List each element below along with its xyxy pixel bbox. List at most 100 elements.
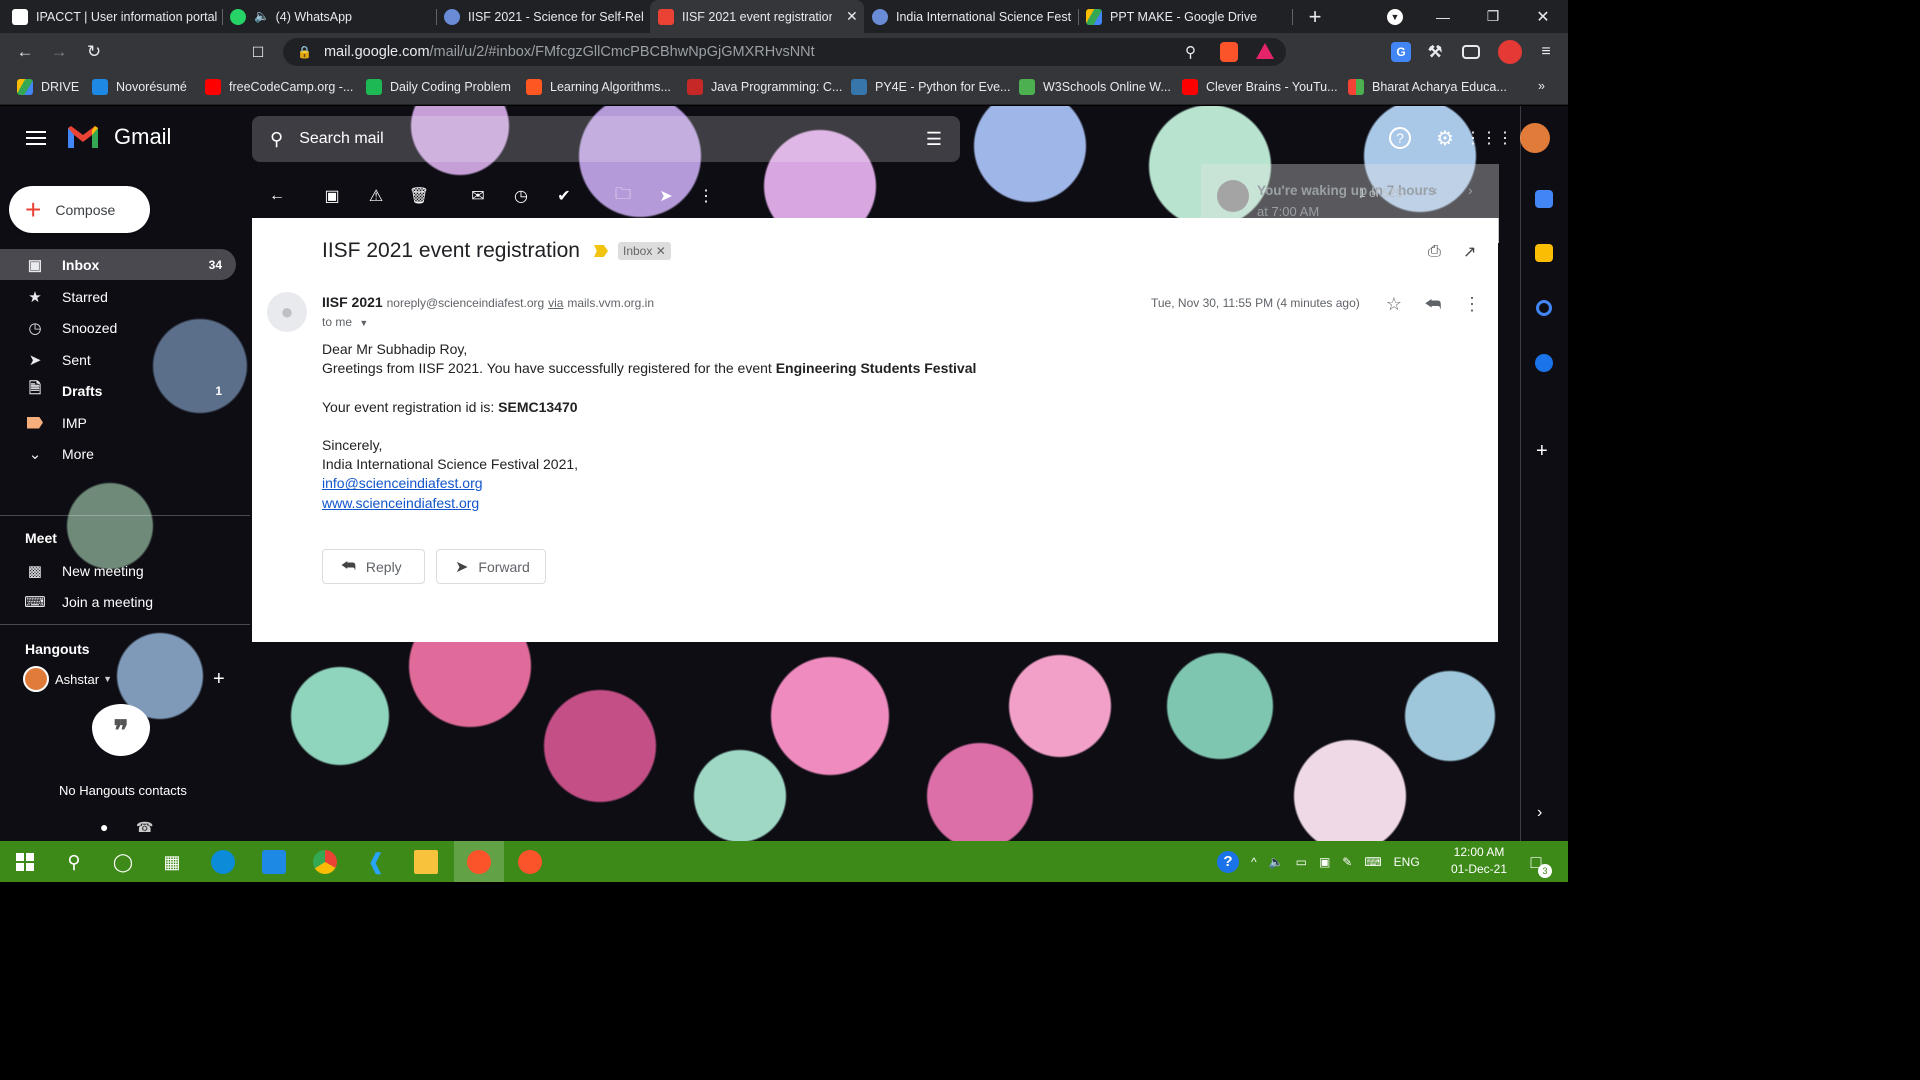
add-task-icon[interactable]: ✔: [554, 186, 574, 206]
forward-icon[interactable]: →: [48, 41, 70, 63]
restore-icon[interactable]: ❐: [1468, 0, 1518, 33]
tab-iisf-registration[interactable]: IISF 2021 event registration ✕: [650, 0, 864, 33]
bookmark-bharat-acharya[interactable]: Bharat Acharya Educa...: [1348, 79, 1507, 95]
tab-drive[interactable]: PPT MAKE - Google Drive: [1086, 0, 1286, 33]
reload-icon[interactable]: ↻: [83, 41, 105, 63]
details-dropdown-icon[interactable]: ▼: [359, 318, 368, 328]
move-to-icon[interactable]: 🗀: [613, 186, 633, 206]
bookmark-daily-coding[interactable]: Daily Coding Problem: [366, 79, 511, 95]
search-options-icon[interactable]: ☰: [926, 129, 942, 150]
via-label[interactable]: via: [548, 296, 563, 310]
action-center-icon[interactable]: □ 3: [1524, 850, 1552, 878]
pen-icon[interactable]: ✎: [1342, 855, 1352, 869]
sidebar-item-imp[interactable]: IMP: [0, 407, 236, 438]
tab-search-icon[interactable]: ▼: [1370, 0, 1420, 33]
important-marker-icon[interactable]: [593, 245, 608, 257]
support-icon[interactable]: ?: [1389, 127, 1411, 149]
close-window-icon[interactable]: ✕: [1518, 0, 1568, 33]
star-icon[interactable]: ☆: [1383, 293, 1405, 315]
chrome-icon[interactable]: [313, 850, 337, 874]
vscode-icon[interactable]: ❰: [364, 849, 388, 874]
add-hangout-icon[interactable]: +: [213, 668, 225, 691]
email-link[interactable]: info@scienceindiafest.org: [322, 475, 483, 491]
task-view-icon[interactable]: ▦: [160, 850, 184, 874]
profile-avatar-icon[interactable]: [1498, 40, 1522, 64]
older-icon[interactable]: ›: [1468, 182, 1473, 198]
taskbar-clock[interactable]: 12:00 AM 01-Dec-21: [1446, 844, 1512, 878]
zoom-icon[interactable]: ⚲: [1185, 43, 1196, 61]
main-menu-icon[interactable]: [26, 131, 46, 145]
remove-label-icon[interactable]: ✕: [656, 244, 666, 258]
tray-chevron-icon[interactable]: ^: [1251, 855, 1257, 869]
inbox-label-chip[interactable]: Inbox ✕: [617, 242, 671, 260]
gmail-logo[interactable]: Gmail: [66, 124, 171, 150]
bookmark-drive[interactable]: DRIVE: [17, 79, 79, 95]
add-addon-icon[interactable]: +: [1536, 440, 1548, 463]
mark-unread-icon[interactable]: ✉: [468, 186, 488, 206]
tab-whatsapp[interactable]: 🔈 (4) WhatsApp: [230, 0, 430, 33]
help-icon[interactable]: ?: [1217, 850, 1239, 873]
print-icon[interactable]: ⎙: [1428, 243, 1441, 261]
search-input[interactable]: Search mail: [299, 130, 383, 148]
newer-icon[interactable]: ‹: [1433, 182, 1438, 198]
network-icon[interactable]: ▭: [1296, 855, 1307, 869]
reply-button[interactable]: ⮪ Reply: [322, 549, 425, 584]
wallet-icon[interactable]: [1462, 45, 1480, 59]
keep-icon[interactable]: [1535, 244, 1553, 262]
new-meeting-button[interactable]: ▩ New meeting: [0, 555, 236, 586]
contacts-icon[interactable]: ●: [100, 819, 108, 835]
sidebar-item-snoozed[interactable]: ◷ Snoozed: [0, 312, 236, 343]
volume-icon[interactable]: 🔈: [1269, 855, 1284, 869]
status-dropdown-icon[interactable]: ▼: [103, 674, 112, 684]
search-icon[interactable]: ⚲: [270, 129, 283, 150]
address-bar[interactable]: 🔒 mail.google.com/mail/u/2/#inbox/FMfcgz…: [283, 38, 1286, 66]
close-tab-icon[interactable]: ✕: [846, 8, 858, 25]
compose-button[interactable]: + Compose: [9, 186, 150, 233]
windows-start-icon[interactable]: [13, 850, 37, 874]
calendar-app-icon[interactable]: [262, 850, 286, 874]
tab-iisf-festival[interactable]: India International Science Festiv: [872, 0, 1072, 33]
expand-panel-icon[interactable]: ›: [1537, 804, 1542, 822]
apps-grid-icon[interactable]: ⋮⋮⋮: [1465, 125, 1513, 151]
hangouts-user[interactable]: Ashstar ▼: [23, 666, 112, 692]
bookmark-py4e[interactable]: PY4E - Python for Eve...: [851, 79, 1010, 95]
labels-icon[interactable]: ➤: [656, 186, 676, 206]
more-icon[interactable]: ⋮: [1461, 293, 1483, 315]
recipient-line[interactable]: to me ▼: [322, 315, 368, 329]
bookmark-java[interactable]: Java Programming: C...: [687, 79, 842, 95]
forward-button[interactable]: ➤ Forward: [436, 549, 546, 584]
join-meeting-button[interactable]: ⌨ Join a meeting: [0, 586, 236, 617]
search-icon[interactable]: ⚲: [62, 850, 86, 874]
language-indicator[interactable]: ENG: [1394, 855, 1420, 869]
brave-profile-icon[interactable]: [518, 850, 542, 874]
bookmark-freecodecamp[interactable]: freeCodeCamp.org -...: [205, 79, 353, 95]
open-new-window-icon[interactable]: ↗: [1463, 242, 1476, 262]
edge-icon[interactable]: [211, 850, 235, 874]
minimize-icon[interactable]: —: [1418, 0, 1468, 33]
brave-shield-icon[interactable]: [1220, 42, 1238, 62]
sidebar-item-inbox[interactable]: ▣ Inbox 34: [0, 249, 236, 280]
bookmark-learning-algorithms[interactable]: Learning Algorithms...: [526, 79, 671, 95]
more-actions-icon[interactable]: ⋮: [696, 186, 716, 206]
tab-iisf-science[interactable]: IISF 2021 - Science for Self-Relian: [444, 0, 644, 33]
contacts-icon[interactable]: [1535, 354, 1553, 372]
file-explorer-icon[interactable]: [414, 850, 438, 874]
new-tab-icon[interactable]: +: [1290, 0, 1340, 33]
sidebar-item-more[interactable]: ⌄ More: [0, 438, 236, 469]
tab-ipacct[interactable]: IPACCT | User information portal: [12, 0, 220, 33]
report-spam-icon[interactable]: ⚠: [366, 186, 386, 206]
archive-icon[interactable]: ▣: [322, 186, 342, 206]
sidebar-item-starred[interactable]: ★ Starred: [0, 281, 236, 312]
brave-browser-icon[interactable]: [467, 850, 491, 874]
reply-icon[interactable]: ⮪: [1422, 293, 1444, 315]
bookmark-novoresume[interactable]: Novorésumé: [92, 79, 187, 95]
search-bar[interactable]: ⚲ Search mail ☰: [252, 116, 960, 162]
cortana-icon[interactable]: ◯: [111, 850, 135, 874]
browser-menu-icon[interactable]: ≡: [1536, 42, 1556, 62]
sidebar-item-sent[interactable]: ➤ Sent: [0, 344, 236, 375]
bookmark-w3schools[interactable]: W3Schools Online W...: [1019, 79, 1171, 95]
snooze-icon[interactable]: ◷: [511, 186, 531, 206]
brave-rewards-icon[interactable]: [1256, 43, 1274, 59]
back-icon[interactable]: ←: [14, 41, 36, 63]
bookmark-clever-brains[interactable]: Clever Brains - YouTu...: [1182, 79, 1338, 95]
